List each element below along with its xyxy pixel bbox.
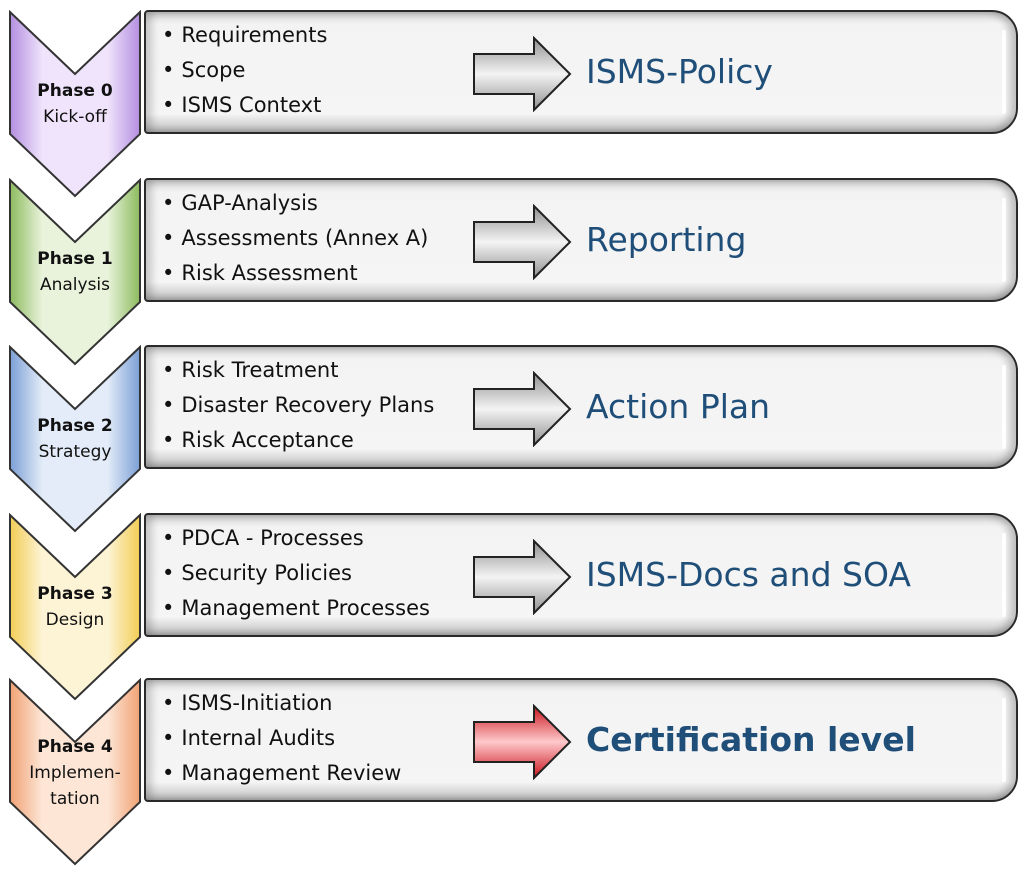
red-right-arrow-icon — [473, 704, 572, 780]
activity-item: Risk Treatment — [162, 353, 434, 388]
activity-list: Risk Treatment Disaster Recovery Plans R… — [162, 353, 434, 458]
phase-outcome: Reporting — [586, 220, 747, 259]
activity-list: GAP-Analysis Assessments (Annex A) Risk … — [162, 186, 428, 291]
phase-label-4: Phase 4 Implemen- tation — [8, 734, 142, 812]
phase-name: Design — [45, 610, 105, 630]
phase-label-1: Phase 1 Analysis — [8, 246, 142, 298]
activity-item: Management Review — [162, 756, 401, 791]
activity-item: PDCA - Processes — [162, 521, 430, 556]
phase-name-line: tation — [50, 789, 100, 809]
activity-item: Disaster Recovery Plans — [162, 388, 434, 423]
activity-item: Assessments (Annex A) — [162, 221, 428, 256]
phase-number: Phase 2 — [37, 416, 113, 436]
activity-item: GAP-Analysis — [162, 186, 428, 221]
phase-box-3: PDCA - Processes Security Policies Manag… — [144, 513, 1018, 637]
activity-item: Scope — [162, 53, 327, 88]
phase-outcome: ISMS-Policy — [586, 52, 773, 91]
activity-item: Requirements — [162, 18, 327, 53]
phase-name: Kick-off — [43, 107, 107, 127]
phase-box-4: ISMS-Initiation Internal Audits Manageme… — [144, 678, 1018, 802]
activity-item: Security Policies — [162, 556, 430, 591]
phase-name-line: Implemen- — [29, 763, 121, 783]
phase-name: Analysis — [39, 275, 111, 295]
activity-item: Internal Audits — [162, 721, 401, 756]
phase-number: Phase 0 — [37, 81, 113, 101]
activity-item: ISMS-Initiation — [162, 686, 401, 721]
activity-item: Risk Acceptance — [162, 423, 434, 458]
phase-box-1: GAP-Analysis Assessments (Annex A) Risk … — [144, 178, 1018, 302]
phase-number: Phase 1 — [37, 249, 113, 269]
right-arrow-icon — [473, 539, 572, 615]
phase-label-2: Phase 2 Strategy — [8, 413, 142, 465]
phase-outcome-final: Certification level — [586, 720, 916, 759]
activity-list: ISMS-Initiation Internal Audits Manageme… — [162, 686, 401, 791]
right-arrow-icon — [473, 204, 572, 280]
phase-name: Strategy — [38, 442, 112, 462]
phase-box-0: Requirements Scope ISMS Context ISMS-Pol… — [144, 10, 1018, 134]
activity-item: Risk Assessment — [162, 256, 428, 291]
activity-item: Management Processes — [162, 591, 430, 626]
activity-item: ISMS Context — [162, 88, 327, 123]
right-arrow-icon — [473, 36, 572, 112]
phase-number: Phase 3 — [37, 584, 113, 604]
right-arrow-icon — [473, 371, 572, 447]
phase-number: Phase 4 — [37, 737, 113, 757]
activity-list: PDCA - Processes Security Policies Manag… — [162, 521, 430, 626]
phase-label-0: Phase 0 Kick-off — [8, 78, 142, 130]
activity-list: Requirements Scope ISMS Context — [162, 18, 327, 123]
phase-outcome: ISMS-Docs and SOA — [586, 555, 911, 594]
phase-label-3: Phase 3 Design — [8, 581, 142, 633]
phase-box-2: Risk Treatment Disaster Recovery Plans R… — [144, 345, 1018, 469]
phase-outcome: Action Plan — [586, 387, 771, 426]
